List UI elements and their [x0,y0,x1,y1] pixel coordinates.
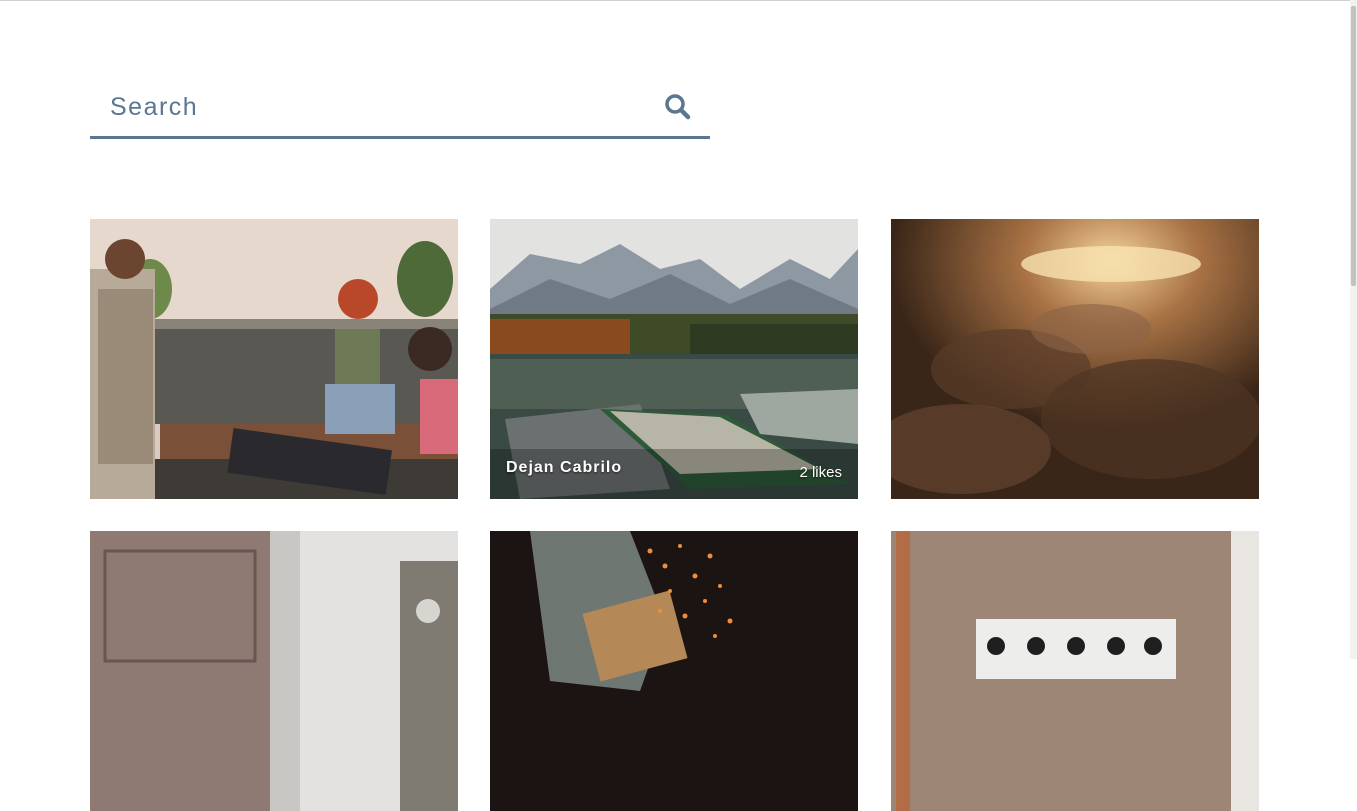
photo-author: Dejan Cabrilo [506,459,623,476]
photo-concrete-wall-image [891,531,1259,811]
top-border [0,0,1350,1]
photo-likes: 2 likes [799,464,842,481]
search-input[interactable] [90,79,650,136]
photo-interior-wall-image [90,531,458,811]
photo-firewood-image [490,531,858,811]
photo-mountain-lake-image [490,219,858,499]
photo-card[interactable] [90,219,458,499]
photo-card[interactable]: Dejan Cabrilo 2 likes [490,219,858,499]
photo-card[interactable] [90,531,458,811]
photo-card[interactable] [891,531,1259,811]
photo-kitchen-image [90,219,458,499]
photo-water-foam-image [891,219,1259,499]
photo-card[interactable] [891,219,1259,499]
scrollbar[interactable] [1350,0,1357,659]
scrollbar-thumb[interactable] [1351,6,1356,286]
photo-card[interactable] [490,531,858,811]
search-icon[interactable] [664,93,692,121]
search-form [90,79,710,139]
